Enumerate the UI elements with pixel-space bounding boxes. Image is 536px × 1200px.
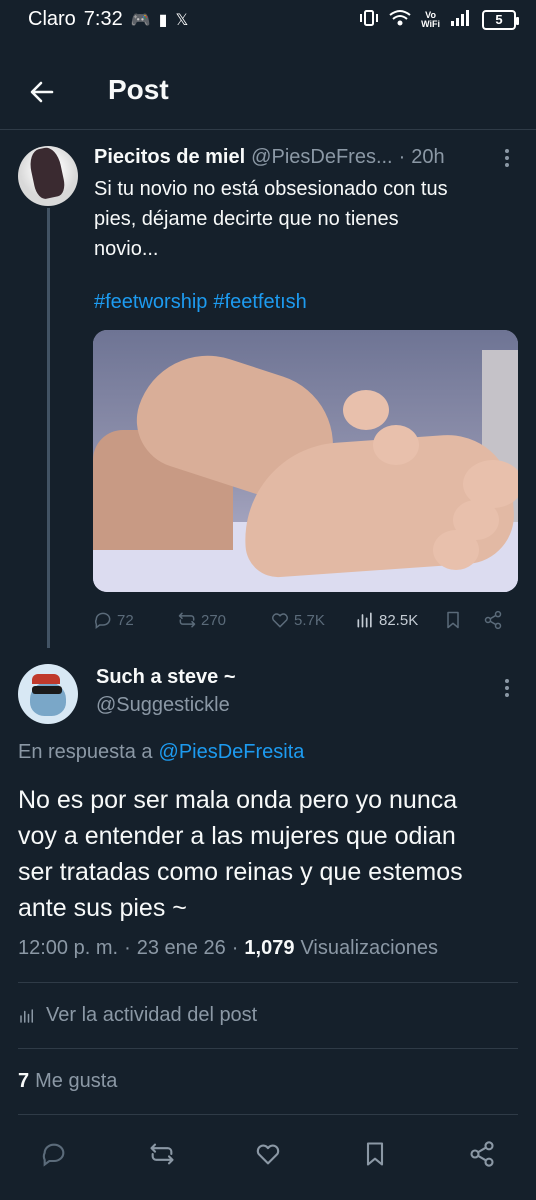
hashtag-list: #feetworship #feetfetısh [94, 291, 307, 314]
repost-button[interactable] [146, 1138, 178, 1170]
wifi-icon [389, 9, 411, 30]
more-dot [505, 163, 509, 167]
repost-count: 270 [201, 611, 227, 629]
post-activity-link[interactable]: Ver la actividad del post [18, 1004, 257, 1027]
clock: 7:32 [83, 8, 123, 30]
post-text: No es por ser mala onda pero yo nunca vo… [18, 786, 463, 922]
more-options-button[interactable] [498, 676, 516, 700]
bookmark-button[interactable] [443, 610, 463, 630]
post-header: Piecitos de miel @PiesDeFres... · 20h [94, 146, 445, 169]
post-meta: 12:00 p. m. · 23 ene 26 · 1,079 Visualiz… [18, 937, 438, 960]
divider [18, 1048, 518, 1049]
thread-line [47, 208, 50, 648]
post-date[interactable]: 23 ene 26 [137, 937, 226, 960]
share-button[interactable] [466, 1138, 498, 1170]
page-title: Post [108, 74, 169, 105]
like-count: 5.7K [294, 611, 325, 629]
post-text: Si tu novio no está obsesionado con tus … [94, 178, 448, 260]
share-icon [484, 610, 502, 630]
avatar-image [27, 146, 67, 201]
comment-icon [95, 612, 111, 629]
reply-actions-bar [0, 1134, 536, 1174]
avatar-glasses [32, 686, 62, 694]
divider [18, 982, 518, 983]
more-dot [505, 149, 509, 153]
share-button[interactable] [483, 610, 503, 630]
divider [18, 1114, 518, 1115]
page-header: Post [0, 60, 536, 124]
bookmark-button[interactable] [359, 1138, 391, 1170]
likes-summary[interactable]: 7 Me gusta [18, 1070, 117, 1093]
carrier-label: Claro [28, 8, 76, 30]
like-button[interactable]: 5.7K [270, 610, 325, 630]
likes-label: Me gusta [35, 1070, 118, 1092]
post-image[interactable] [93, 330, 518, 592]
reply-button[interactable]: 72 [93, 610, 134, 630]
status-left: Claro 7:32 🎮 ▮ 𝕏 [28, 8, 188, 31]
separator: · [124, 937, 131, 959]
like-button[interactable] [252, 1138, 284, 1170]
post-time[interactable]: 12:00 p. m. [18, 937, 118, 960]
author-handle[interactable]: @PiesDeFres... [251, 146, 392, 169]
image-toe [373, 425, 419, 465]
views-button[interactable]: 82.5K [355, 610, 418, 630]
post-time[interactable]: 20h [411, 146, 444, 169]
heart-icon [256, 1144, 280, 1165]
share-icon [470, 1141, 494, 1167]
bookmark-icon [447, 611, 459, 629]
author-name[interactable]: Such a steve ~ [96, 666, 236, 689]
likes-count: 7 [18, 1070, 30, 1092]
view-count: 1,079 [244, 937, 295, 959]
back-button[interactable] [24, 74, 60, 110]
author-handle[interactable]: @Suggestickle [96, 694, 230, 717]
more-dot [505, 693, 509, 697]
more-options-button[interactable] [498, 146, 516, 170]
more-dot [505, 679, 509, 683]
avatar[interactable] [18, 146, 78, 206]
chart-bars-icon [357, 612, 372, 628]
reply-count: 72 [117, 611, 134, 629]
x-logo-icon: 𝕏 [175, 11, 189, 29]
vibrate-icon [359, 8, 379, 31]
battery-small-icon: ▮ [158, 11, 168, 29]
views-label: Visualizaciones [300, 937, 438, 959]
in-reply-to: En respuesta a @PiesDeFresita [18, 741, 304, 764]
in-reply-prefix: En respuesta a [18, 741, 153, 763]
separator: · [231, 937, 239, 959]
activity-label: Ver la actividad del post [46, 1004, 258, 1026]
signal-icon [450, 9, 472, 30]
view-count: 82.5K [379, 611, 419, 629]
bookmark-icon [366, 1142, 384, 1166]
mention-link[interactable]: @PiesDeFresita [159, 741, 305, 764]
author-name[interactable]: Piecitos de miel [94, 146, 245, 169]
gamepad-icon: 🎮 [130, 11, 151, 29]
more-dot [505, 156, 509, 160]
hashtag-link[interactable]: #feetfetısh [213, 291, 306, 314]
reply-button[interactable] [38, 1138, 70, 1170]
battery-icon: 5 [482, 9, 519, 30]
hashtag-link[interactable]: #feetworship [94, 291, 207, 314]
repost-icon [150, 1143, 174, 1165]
vowifi-label: Vo WiFi [421, 10, 440, 29]
repost-icon [178, 612, 196, 628]
status-right: Vo WiFi 5 [359, 8, 519, 31]
repost-button[interactable]: 270 [177, 610, 226, 630]
comment-icon [42, 1143, 65, 1167]
status-bar: Claro 7:32 🎮 ▮ 𝕏 Vo WiFi 5 [0, 0, 536, 44]
image-toe [433, 530, 479, 570]
image-toe [343, 390, 389, 430]
more-dot [505, 686, 509, 690]
separator: · [398, 146, 406, 168]
avatar-hat [32, 674, 60, 684]
post-actions: 72 270 5.7K 82.5K [93, 608, 513, 632]
vowifi-bottom: WiFi [421, 18, 440, 29]
heart-icon [272, 613, 288, 628]
chart-bars-icon [20, 1008, 33, 1023]
header-divider [0, 129, 536, 130]
avatar[interactable] [18, 664, 78, 724]
arrow-left-icon [30, 81, 54, 103]
